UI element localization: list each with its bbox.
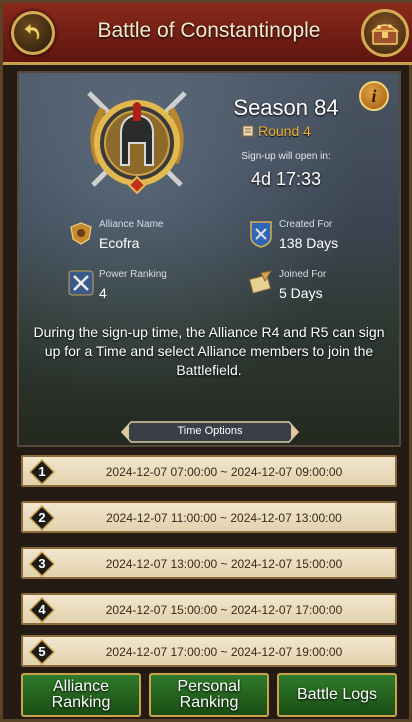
back-button[interactable] [11, 11, 55, 55]
power-ranking-value: 4 [99, 285, 107, 301]
created-for-value: 138 Days [279, 235, 339, 251]
scroll-quill-icon [248, 270, 273, 294]
slot-number: 2 [38, 510, 46, 525]
created-for-label: Created For [279, 219, 333, 230]
slot-number-badge: 3 [29, 551, 55, 577]
joined-for-label: Joined For [279, 269, 327, 280]
signup-countdown: 4d 17:33 [250, 169, 322, 189]
personal-ranking-button[interactable]: Personal Ranking [149, 673, 269, 717]
slot-number: 3 [38, 556, 46, 571]
time-slot-3[interactable]: 3 2024-12-07 13:00:00 ~ 2024-12-07 15:00… [21, 547, 397, 579]
time-options-header: Time Options [121, 421, 299, 443]
crossed-swords-icon [68, 270, 94, 296]
slot-number: 1 [38, 464, 46, 479]
shield-banner-icon [250, 221, 272, 248]
info-icon[interactable]: i [359, 81, 389, 111]
season-title: Season 84 [233, 95, 339, 120]
joined-for-value: 5 Days [279, 285, 323, 301]
signup-label: Sign-up will open in: [241, 151, 331, 162]
scroll-icon [242, 125, 254, 137]
round-text: Round 4 [258, 123, 311, 139]
alliance-crest-icon [70, 222, 92, 245]
slot-time-range: 2024-12-07 17:00:00 ~ 2024-12-07 19:00:0… [105, 645, 343, 659]
slot-number-badge: 4 [29, 597, 55, 623]
treasure-chest-button[interactable] [361, 9, 409, 57]
slot-time-range: 2024-12-07 15:00:00 ~ 2024-12-07 17:00:0… [105, 603, 343, 617]
spartan-helmet-emblem-icon [87, 91, 187, 195]
time-slot-2[interactable]: 2 2024-12-07 11:00:00 ~ 2024-12-07 13:00… [21, 501, 397, 533]
back-arrow-icon [23, 21, 41, 41]
slot-time-range: 2024-12-07 11:00:00 ~ 2024-12-07 13:00:0… [106, 511, 342, 525]
page-title: Battle of Constantinople [97, 19, 321, 42]
signup-description: During the sign-up time, the Alliance R4… [33, 324, 385, 378]
treasure-chest-icon [371, 24, 399, 45]
slot-number: 5 [38, 644, 46, 659]
slot-time-range: 2024-12-07 13:00:00 ~ 2024-12-07 15:00:0… [105, 557, 343, 571]
slot-number-badge: 1 [29, 459, 55, 485]
time-slot-1[interactable]: 1 2024-12-07 07:00:00 ~ 2024-12-07 09:00… [21, 455, 397, 487]
alliance-ranking-button[interactable]: Alliance Ranking [21, 673, 141, 717]
round-label: Round 4 [241, 123, 311, 139]
battle-logs-button[interactable]: Battle Logs [277, 673, 397, 717]
slot-time-range: 2024-12-07 07:00:00 ~ 2024-12-07 09:00:0… [105, 465, 343, 479]
alliance-name-value: Ecofra [99, 235, 140, 251]
time-slot-4[interactable]: 4 2024-12-07 15:00:00 ~ 2024-12-07 17:00… [21, 593, 397, 625]
time-options-label: Time Options [177, 425, 243, 437]
time-slot-5[interactable]: 5 2024-12-07 17:00:00 ~ 2024-12-07 19:00… [21, 635, 397, 667]
season-info-panel: i Season 84 Round 4 Sign-up will open in… [17, 71, 401, 447]
slot-number: 4 [38, 602, 46, 617]
slot-number-badge: 5 [29, 639, 55, 665]
main-frame: Battle of Constantinople i Season 84 Rou… [0, 0, 412, 722]
alliance-name-label: Alliance Name [99, 219, 164, 230]
header-bar: Battle of Constantinople [3, 3, 412, 65]
slot-number-badge: 2 [29, 505, 55, 531]
created-for-stat: Created For 138 Days [247, 219, 387, 253]
joined-for-stat: Joined For 5 Days [247, 269, 387, 303]
alliance-name-stat: Alliance Name Ecofra [67, 219, 207, 253]
power-ranking-stat: Power Ranking 4 [67, 269, 207, 303]
power-ranking-label: Power Ranking [99, 269, 167, 280]
